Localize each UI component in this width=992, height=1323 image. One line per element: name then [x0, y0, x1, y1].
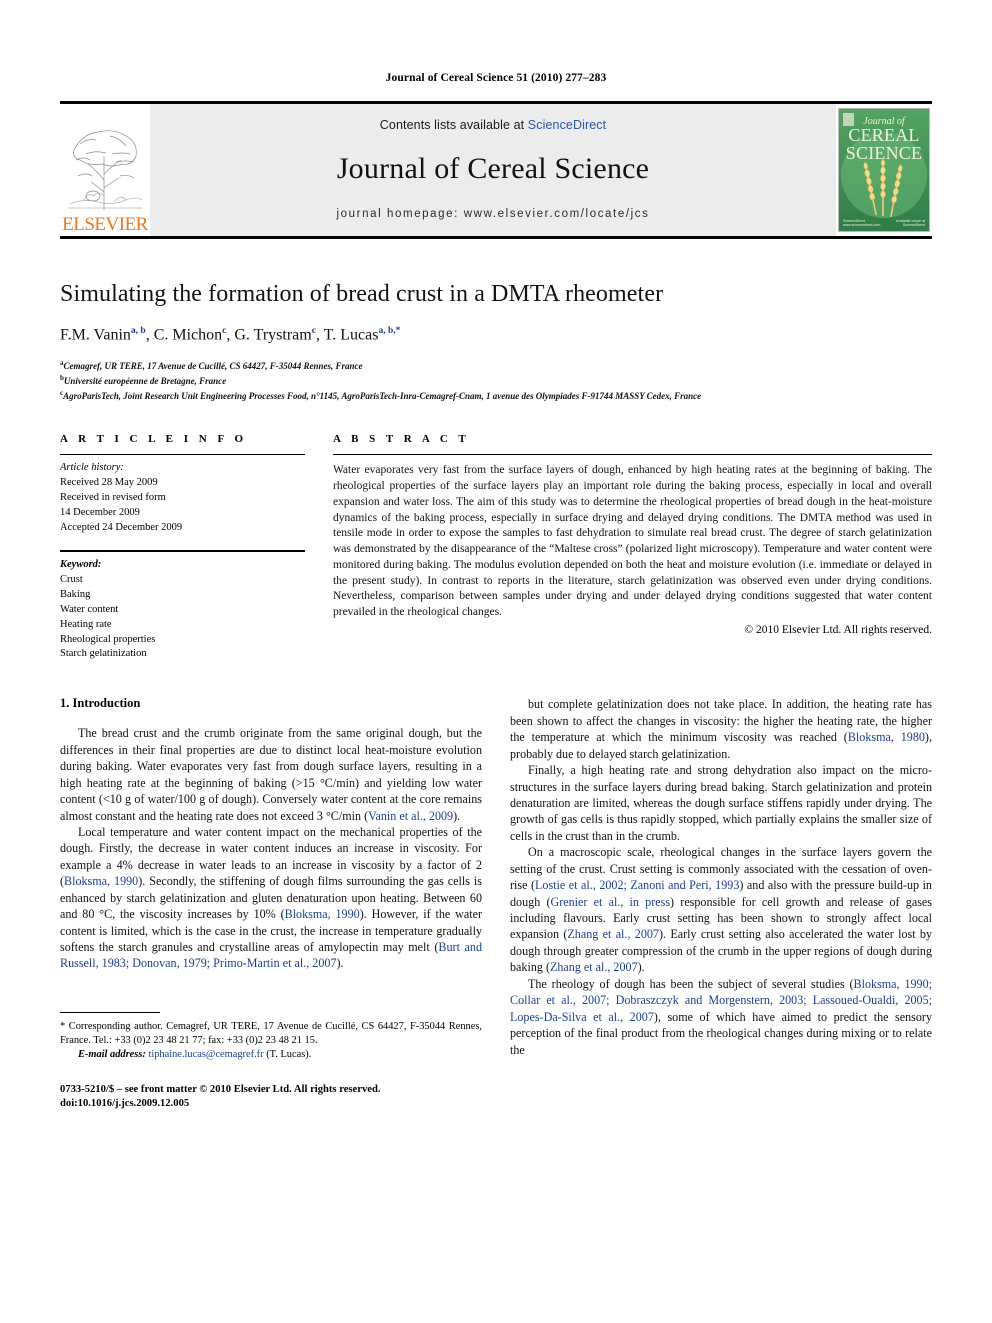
doi-line: doi:10.1016/j.jcs.2009.12.005	[60, 1098, 190, 1110]
citation-link[interactable]: Bloksma, 1990	[64, 874, 138, 888]
cover-word-cereal: CEREAL	[848, 125, 920, 145]
left-column-paragraphs: The bread crust and the crumb originate …	[60, 725, 482, 972]
body-paragraph: Finally, a high heating rate and strong …	[510, 763, 932, 843]
keyword-item: Crust	[60, 573, 83, 585]
title-block: Simulating the formation of bread crust …	[60, 281, 932, 403]
body-paragraph: The bread crust and the crumb originate …	[60, 726, 482, 823]
author-affiliation-marker: a, b	[130, 326, 146, 336]
author-affiliation-marker: c	[311, 326, 316, 336]
citation-link[interactable]: Bloksma, 1990; Collar et al., 2007; Dobr…	[510, 977, 932, 1024]
contents-prefix-text: Contents lists available at	[379, 118, 528, 132]
citation-link[interactable]: Lostie et al., 2002; Zanoni and Peri, 19…	[535, 878, 739, 892]
footnote-block: * Corresponding author. Cemagref, UR TER…	[60, 1011, 482, 1112]
corresponding-author-note: * Corresponding author. Cemagref, UR TER…	[60, 1020, 482, 1063]
right-column-paragraphs: but complete gelatinization does not tak…	[510, 696, 932, 1058]
article-history-lines: Received 28 May 2009 Received in revised …	[60, 476, 305, 536]
citation-link[interactable]: Burt and Russell, 1983; Donovan, 1979; P…	[60, 940, 482, 970]
citation-link[interactable]: Grenier et al., in press	[550, 895, 670, 909]
keyword-item: Baking	[60, 588, 91, 600]
citation-link[interactable]: Bloksma, 1980	[848, 730, 925, 744]
body-left-column: 1. Introduction The bread crust and the …	[60, 696, 482, 1112]
keyword-item: Water content	[60, 603, 119, 615]
author-affiliation-marker: a, b,*	[378, 326, 401, 336]
body-paragraph: On a macroscopic scale, rheological chan…	[510, 845, 932, 975]
email-address-link[interactable]: tiphaine.lucas@cemagref.fr	[148, 1049, 263, 1060]
citation-link[interactable]: Vanin et al., 2009	[368, 809, 453, 823]
article-info-heading: A R T I C L E I N F O	[60, 433, 248, 446]
elsevier-logo: ELSEVIER	[60, 104, 150, 236]
body-paragraph: but complete gelatinization does not tak…	[510, 697, 932, 761]
affiliation-list: aCemagref, UR TERE, 17 Avenue de Cucillé…	[60, 358, 932, 403]
abstract-text: Water evaporates very fast from the surf…	[333, 464, 932, 619]
sciencedirect-link[interactable]: ScienceDirect	[528, 118, 606, 132]
citation-link[interactable]: Zhang et al., 2007	[567, 927, 659, 941]
keyword-item: Starch gelatinization	[60, 648, 147, 660]
keywords-label: Keyword:	[60, 559, 102, 570]
wheat-ears-icon	[863, 159, 903, 217]
cover-footer-left: ScienceDirect www.sciencedirect.com	[843, 218, 881, 228]
affiliation-item: cAgroParisTech, Joint Research Unit Engi…	[60, 389, 702, 402]
keyword-item: Heating rate	[60, 618, 112, 630]
page-title: Simulating the formation of bread crust …	[60, 281, 664, 307]
corresponding-author-text: * Corresponding author. Cemagref, UR TER…	[60, 1020, 482, 1047]
author-name: C. Michon	[153, 326, 223, 344]
cover-image: Journal of CEREAL SCIENCE ScienceDirect …	[838, 108, 930, 232]
abstract-heading: A B S T R A C T	[333, 433, 470, 446]
abstract-copyright: © 2010 Elsevier Ltd. All rights reserved…	[744, 623, 932, 636]
cover-line-cereal-science: CEREAL SCIENCE	[839, 125, 929, 162]
journal-title: Journal of Cereal Science	[336, 152, 650, 185]
article-history-item: Received 28 May 2009	[60, 477, 158, 489]
body-two-columns: 1. Introduction The bread crust and the …	[60, 696, 932, 1112]
keyword-item: Rheological properties	[60, 633, 156, 645]
article-history-label: Article history:	[60, 462, 124, 474]
elsevier-tree-icon	[68, 130, 143, 210]
journal-masthead: ELSEVIER Contents lists available at Sci…	[60, 101, 932, 239]
journal-cover-thumbnail: Journal of CEREAL SCIENCE ScienceDirect …	[836, 104, 932, 236]
citation-link[interactable]: Zhang et al., 2007	[550, 960, 638, 974]
imprint-block: 0733-5210/$ – see front matter © 2010 El…	[60, 1083, 482, 1112]
body-paragraph: The rheology of dough has been the subje…	[510, 976, 932, 1057]
keywords-block: Keyword: Crust Baking Water content Heating…	[60, 552, 305, 662]
author-name: F.M. Vanin	[60, 326, 131, 344]
body-paragraph: Local temperature and water content impa…	[60, 824, 482, 971]
issn-line: 0733-5210/$ – see front matter © 2010 El…	[60, 1083, 381, 1095]
contents-available-line: Contents lists available at ScienceDirec…	[380, 118, 606, 132]
article-history-item: 14 December 2009	[60, 507, 140, 519]
section-heading-introduction: 1. Introduction	[60, 696, 141, 711]
footnote-divider	[60, 1011, 160, 1013]
elsevier-wordmark: ELSEVIER	[62, 214, 148, 235]
journal-homepage-line[interactable]: journal homepage: www.elsevier.com/locat…	[337, 208, 650, 220]
affiliation-item: bUniversité européenne de Bretagne, Fran…	[60, 374, 227, 387]
running-head: Journal of Cereal Science 51 (2010) 277–…	[385, 72, 607, 84]
body-right-column: but complete gelatinization does not tak…	[510, 696, 932, 1112]
email-address-label: E-mail address:	[78, 1049, 146, 1061]
email-address-suffix: (T. Lucas).	[266, 1049, 312, 1061]
article-info-column: A R T I C L E I N F O Article history: R…	[60, 433, 305, 662]
author-name: T. Lucas	[323, 326, 379, 344]
info-abstract-region: A R T I C L E I N F O Article history: R…	[60, 433, 932, 662]
article-page: Journal of Cereal Science 51 (2010) 277–…	[0, 0, 992, 1323]
article-history-item: Accepted 24 December 2009	[60, 522, 183, 534]
article-history-block: Article history: Received 28 May 2009 Rec…	[60, 455, 305, 550]
article-history-item: Received in revised form	[60, 492, 166, 504]
cover-footer-right: Available online at ScienceDirect	[895, 218, 925, 228]
keywords-list: Crust Baking Water content Heating rate Rheo…	[60, 573, 305, 662]
citation-link[interactable]: Bloksma, 1990	[285, 907, 360, 921]
author-affiliation-marker: c	[222, 326, 227, 336]
affiliation-item: aCemagref, UR TERE, 17 Avenue de Cucillé…	[60, 359, 363, 372]
masthead-center: Contents lists available at ScienceDirec…	[150, 104, 836, 236]
author-name: G. Trystram	[234, 326, 312, 344]
abstract-column: A B S T R A C T Water evaporates very fa…	[333, 433, 932, 662]
author-list: F.M. Vanina, b, C. Michonc, G. Trystramc…	[60, 326, 401, 344]
